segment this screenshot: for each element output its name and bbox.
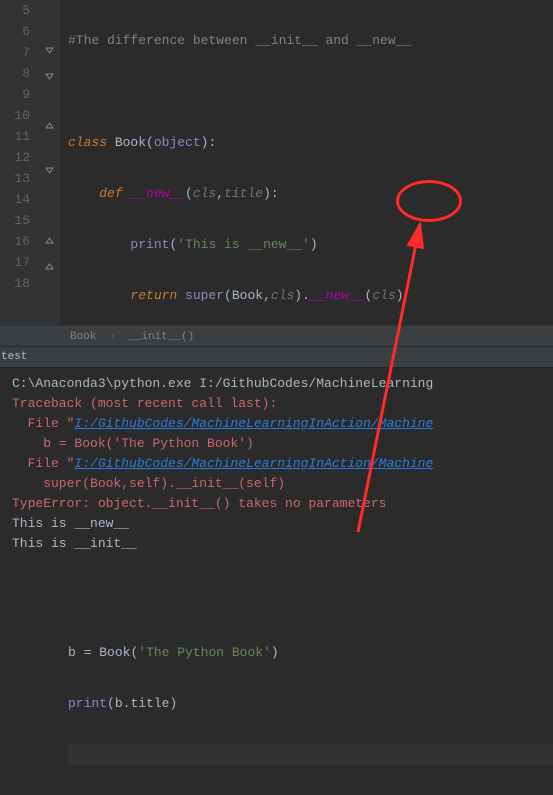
- fold-end[interactable]: [38, 235, 60, 256]
- line-number: 6: [0, 21, 30, 42]
- code-editor[interactable]: 5 6 7 8 9 10 11 12 13 14 15 16 17 18 #Th…: [0, 0, 553, 325]
- code-content[interactable]: #The difference between __init__ and __n…: [60, 0, 553, 325]
- comment: #The difference between __init__ and __n…: [68, 33, 411, 48]
- line-number: 13: [0, 168, 30, 189]
- fold-end[interactable]: [38, 261, 60, 282]
- line-number: 9: [0, 84, 30, 105]
- error-message: TypeError: object.__init__() takes no pa…: [12, 494, 541, 514]
- console-line: C:\Anaconda3\python.exe I:/GithubCodes/M…: [12, 374, 541, 394]
- line-number: 10: [0, 105, 30, 126]
- run-tab-label[interactable]: test: [1, 351, 27, 363]
- line-number: 12: [0, 147, 30, 168]
- line-number-gutter: 5 6 7 8 9 10 11 12 13 14 15 16 17 18: [0, 0, 38, 325]
- line-number: 8: [0, 63, 30, 84]
- line-number: 5: [0, 0, 30, 21]
- line-number: 17: [0, 252, 30, 273]
- fold-toggle[interactable]: [38, 167, 60, 188]
- line-number: 15: [0, 210, 30, 231]
- line-number: 18: [0, 273, 30, 294]
- line-number: 14: [0, 189, 30, 210]
- fold-end[interactable]: [38, 120, 60, 141]
- console-traceback: Traceback (most recent call last):: [12, 394, 541, 414]
- line-number: 11: [0, 126, 30, 147]
- fold-toggle[interactable]: [38, 73, 60, 94]
- fold-toggle[interactable]: [38, 47, 60, 68]
- line-number: [0, 294, 30, 315]
- traceback-link[interactable]: I:/GithubCodes/MachineLearningInAction/M…: [74, 456, 433, 471]
- console-output[interactable]: C:\Anaconda3\python.exe I:/GithubCodes/M…: [0, 368, 553, 560]
- line-number: 7: [0, 42, 30, 63]
- fold-column: [38, 0, 60, 325]
- traceback-link[interactable]: I:/GithubCodes/MachineLearningInAction/M…: [74, 416, 433, 431]
- line-number: 16: [0, 231, 30, 252]
